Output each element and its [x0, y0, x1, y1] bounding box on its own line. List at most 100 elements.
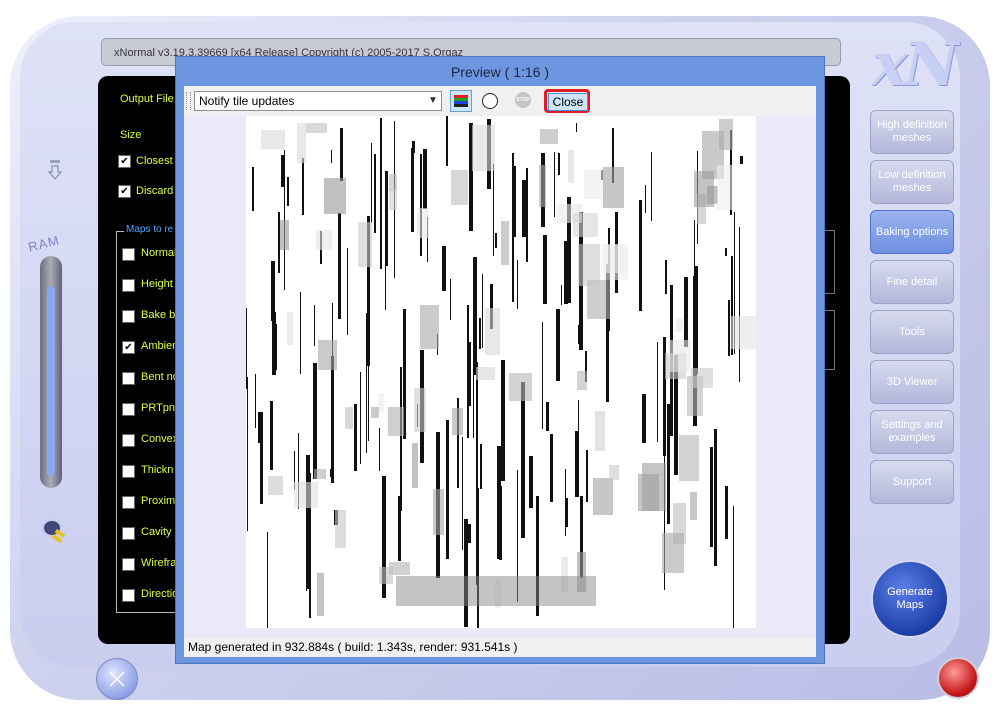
texture-streak — [287, 177, 289, 206]
map-label: Normal — [141, 247, 177, 259]
texture-patch — [540, 129, 558, 144]
texture-patch — [568, 150, 574, 183]
plug-icon[interactable] — [38, 515, 72, 545]
sidebar-button[interactable]: Settings and examples — [870, 410, 954, 454]
texture-streak — [554, 152, 555, 217]
map-checkbox[interactable] — [122, 589, 135, 602]
texture-patch — [358, 222, 372, 267]
close-highlight: Close — [544, 89, 590, 113]
texture-streak — [586, 450, 588, 502]
map-checkbox[interactable] — [122, 496, 135, 509]
map-checkbox[interactable] — [122, 310, 135, 323]
texture-patch — [707, 186, 718, 204]
discard-checkbox[interactable]: ✔ — [118, 185, 131, 198]
texture-patch — [509, 373, 532, 401]
texture-streak — [302, 158, 304, 215]
texture-patch — [389, 174, 397, 191]
texture-patch — [662, 533, 684, 573]
sidebar-button[interactable]: Low definition meshes — [870, 160, 954, 204]
stop-icon[interactable]: STOP — [515, 92, 531, 108]
texture-streak — [480, 444, 482, 489]
texture-patch — [316, 230, 332, 250]
texture-patch — [539, 165, 546, 207]
texture-patch — [669, 340, 691, 372]
texture-streak — [695, 266, 698, 374]
sidebar-button[interactable]: 3D Viewer — [870, 360, 954, 404]
map-checkbox[interactable] — [122, 248, 135, 261]
help-round-button[interactable] — [96, 658, 138, 700]
exit-round-button[interactable] — [937, 657, 979, 699]
chevron-down-icon[interactable]: ▼ — [425, 92, 441, 110]
size-label: Size — [120, 129, 142, 141]
texture-streak — [271, 261, 275, 321]
texture-streak — [252, 167, 254, 211]
texture-patch — [412, 443, 418, 488]
texture-streak — [740, 156, 743, 164]
map-checkbox[interactable] — [122, 372, 135, 385]
texture-patch — [294, 482, 318, 508]
texture-streak — [521, 382, 525, 538]
map-label: Bent no — [141, 371, 179, 383]
notify-dropdown-value: Notify tile updates — [199, 94, 295, 108]
texture-streak — [576, 123, 577, 132]
texture-streak — [517, 260, 518, 309]
preview-client: Notify tile updates ▼ STOP Close Map gen… — [184, 86, 816, 657]
map-checkbox[interactable] — [122, 279, 135, 292]
texture-patch — [433, 489, 444, 535]
output-file-label: Output File — [120, 93, 174, 105]
map-checkbox[interactable] — [122, 434, 135, 447]
texture-patch — [601, 244, 626, 273]
preview-title: Preview ( 1:16 ) — [450, 64, 550, 80]
texture-streak — [651, 152, 652, 221]
sidebar-button[interactable]: Support — [870, 460, 954, 504]
map-checkbox[interactable] — [122, 527, 135, 540]
texture-streak — [522, 180, 526, 237]
texture-patch — [595, 411, 605, 451]
texture-patch — [420, 305, 439, 349]
map-checkbox[interactable]: ✔ — [122, 341, 135, 354]
map-checkbox[interactable] — [122, 465, 135, 478]
texture-patch — [389, 189, 397, 210]
alpha-circle-button[interactable] — [482, 93, 498, 109]
texture-patch — [573, 213, 598, 237]
texture-streak — [501, 360, 505, 481]
texture-streak — [274, 324, 277, 370]
close-button[interactable]: Close — [548, 93, 588, 111]
texture-streak — [300, 292, 301, 374]
texture-streak — [281, 155, 284, 187]
texture-streak — [267, 532, 268, 628]
texture-streak — [642, 394, 646, 443]
texture-base-patch — [396, 576, 596, 606]
texture-streak — [374, 154, 376, 233]
texture-streak — [446, 420, 449, 559]
texture-patch — [476, 367, 495, 380]
notify-dropdown[interactable]: Notify tile updates ▼ — [194, 91, 442, 111]
texture-patch — [691, 368, 713, 388]
closest-checkbox[interactable]: ✔ — [118, 155, 131, 168]
texture-patch — [280, 220, 289, 250]
texture-streak — [710, 447, 713, 547]
map-checkbox[interactable] — [122, 403, 135, 416]
sidebar-button[interactable]: Baking options — [870, 210, 954, 254]
sidebar-button[interactable]: Tools — [870, 310, 954, 354]
texture-patch — [603, 167, 624, 208]
texture-streak — [558, 153, 560, 175]
texture-streak — [468, 524, 471, 543]
color-channels-button[interactable] — [450, 90, 472, 112]
map-label: Directio — [141, 588, 179, 600]
map-checkbox[interactable] — [122, 558, 135, 571]
texture-streak — [529, 456, 533, 508]
texture-patch — [690, 492, 697, 520]
preview-canvas-area — [184, 116, 816, 638]
sidebar-button[interactable]: Fine detail — [870, 260, 954, 304]
texture-streak — [246, 308, 247, 389]
texture-streak — [684, 277, 688, 347]
texture-streak — [313, 363, 317, 479]
generate-maps-button[interactable]: Generate Maps — [871, 560, 949, 638]
texture-streak — [499, 486, 502, 560]
arrow-down-icon[interactable] — [47, 160, 63, 182]
texture-streak — [578, 325, 579, 344]
sidebar-button[interactable]: High definition meshes — [870, 110, 954, 154]
toolbar-grip[interactable] — [186, 92, 191, 110]
status-text: Map generated in 932.884s ( build: 1.343… — [188, 640, 518, 654]
